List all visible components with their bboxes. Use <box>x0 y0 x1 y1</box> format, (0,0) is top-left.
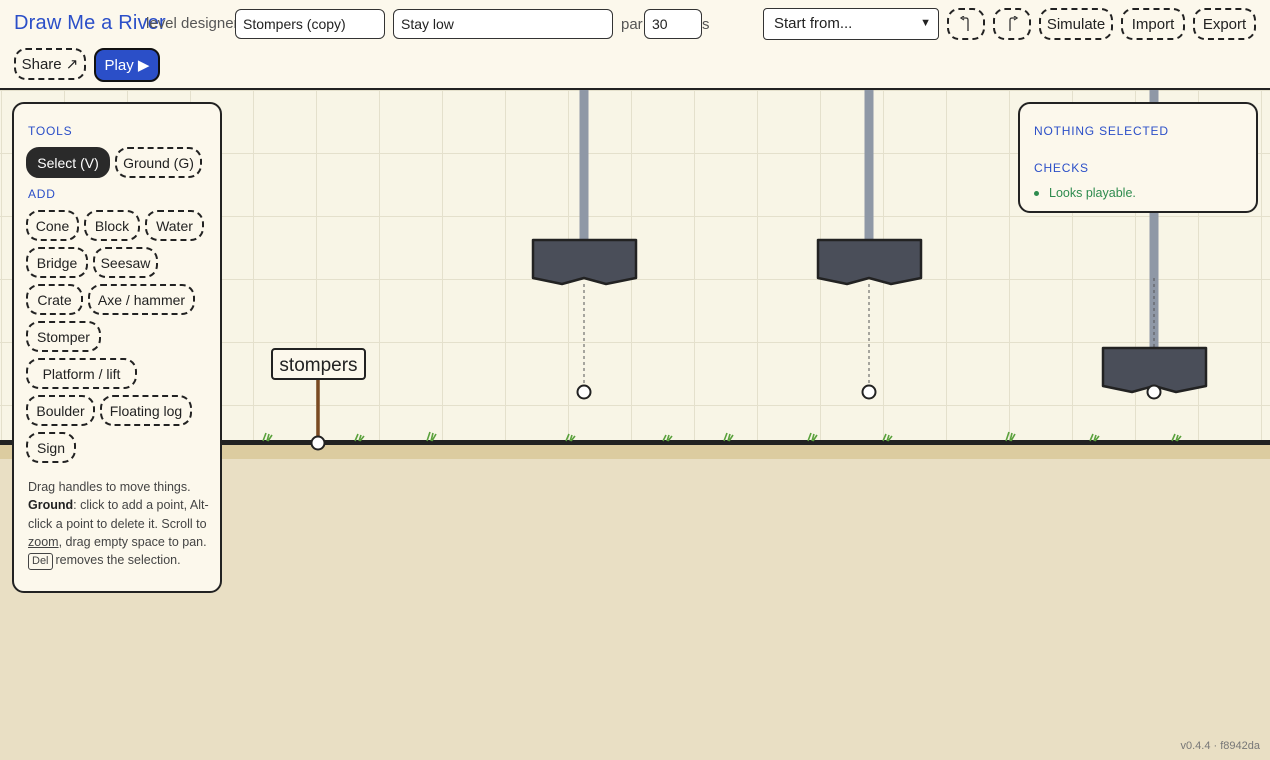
add-water[interactable]: Water <box>145 210 204 241</box>
stomper-3-handle[interactable] <box>1146 384 1162 400</box>
start-from-value: Start from... <box>774 15 853 32</box>
add-cone[interactable]: Cone <box>26 210 79 241</box>
add-seesaw[interactable]: Seesaw <box>93 247 158 278</box>
stomper-1-handle[interactable] <box>576 384 592 400</box>
level-hint-input[interactable] <box>393 9 613 39</box>
par-input[interactable] <box>644 9 702 39</box>
add-crate[interactable]: Crate <box>26 284 83 315</box>
app-title: Draw Me a River <box>14 12 166 34</box>
share-button[interactable]: Share ↗ <box>14 48 86 80</box>
stomper-2-handle[interactable] <box>861 384 877 400</box>
sign[interactable]: stompers <box>271 348 366 451</box>
add-axe-hammer[interactable]: Axe / hammer <box>88 284 195 315</box>
stomper-2[interactable] <box>816 90 923 400</box>
chevron-down-icon: ▼ <box>920 17 931 29</box>
add-sign[interactable]: Sign <box>26 432 76 463</box>
del-key: Del <box>28 553 53 571</box>
par-unit-label: s <box>702 16 710 33</box>
add-title: ADD <box>28 187 56 201</box>
start-from-select[interactable]: Start from... ▼ <box>763 8 939 40</box>
level-name-input[interactable] <box>235 9 385 39</box>
sign-text: stompers <box>279 355 357 376</box>
simulate-button[interactable]: Simulate <box>1039 8 1113 40</box>
tools-title: TOOLS <box>28 124 73 138</box>
export-button[interactable]: Export <box>1193 8 1256 40</box>
add-platform-lift[interactable]: Platform / lift <box>26 358 137 389</box>
undo-button[interactable] <box>947 8 985 40</box>
redo-button[interactable] <box>993 8 1031 40</box>
app-subtitle: level designer <box>146 15 239 32</box>
version-label: v0.4.4 · f8942da <box>1180 740 1260 752</box>
tool-select[interactable]: Select (V) <box>26 147 110 178</box>
undo-icon <box>959 16 969 31</box>
stomper-1[interactable] <box>531 90 638 400</box>
add-boulder[interactable]: Boulder <box>26 395 95 426</box>
top-bar: Draw Me a River level designer par s Sta… <box>0 0 1270 90</box>
import-button[interactable]: Import <box>1121 8 1185 40</box>
add-floating-log[interactable]: Floating log <box>100 395 192 426</box>
add-stomper[interactable]: Stomper <box>26 321 101 352</box>
add-block[interactable]: Block <box>84 210 140 241</box>
inspector-panel: NOTHING SELECTED CHECKS Looks playable. <box>1018 102 1258 213</box>
par-label: par <box>621 16 643 33</box>
tools-panel: TOOLS Select (V) Ground (G) ADD Cone Blo… <box>12 102 222 593</box>
check-ok-icon <box>1034 190 1039 196</box>
selection-title: NOTHING SELECTED <box>1034 124 1169 138</box>
play-button[interactable]: Play ▶ <box>94 48 160 82</box>
redo-icon <box>1009 16 1019 31</box>
grass-tufts <box>262 431 1182 442</box>
add-bridge[interactable]: Bridge <box>26 247 88 278</box>
checks-title: CHECKS <box>1034 161 1089 175</box>
tool-ground[interactable]: Ground (G) <box>115 147 202 178</box>
sign-handle[interactable] <box>310 435 326 451</box>
help-text: Drag handles to move things. Ground: cli… <box>28 478 212 571</box>
check-item: Looks playable. <box>1034 186 1136 200</box>
